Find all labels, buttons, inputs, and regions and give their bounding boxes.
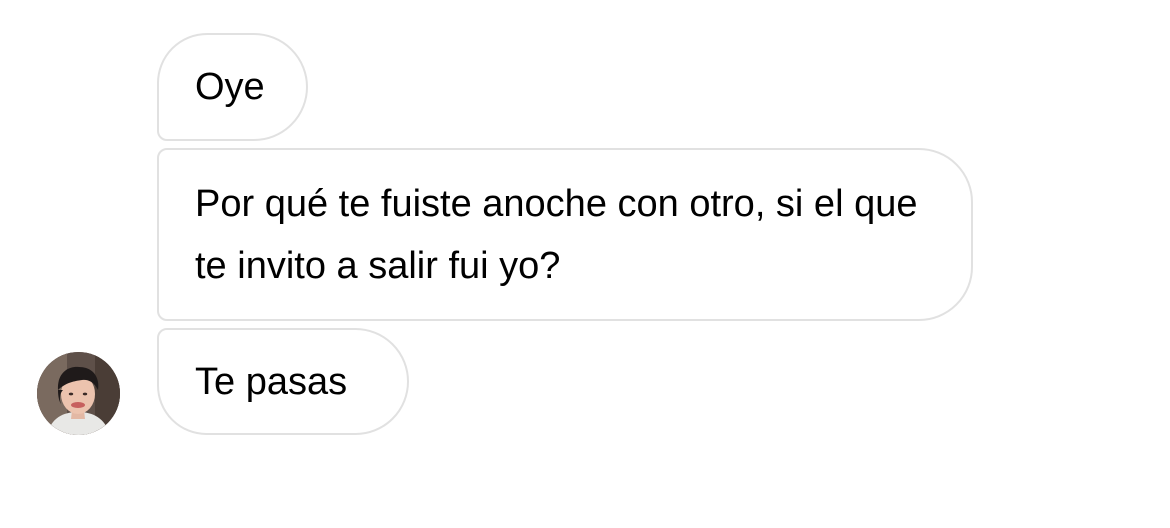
message-thread: Oye Por qué te fuiste anoche con otro, s… <box>0 0 1170 528</box>
message-text: Oye <box>195 66 265 108</box>
message-bubble[interactable]: Por qué te fuiste anoche con otro, si el… <box>157 148 973 321</box>
message-text: Por qué te fuiste anoche con otro, si el… <box>195 182 918 287</box>
avatar-photo-icon <box>37 352 120 435</box>
sender-avatar[interactable] <box>37 352 120 435</box>
message-bubble[interactable]: Te pasas <box>157 328 409 435</box>
message-bubble[interactable]: Oye <box>157 33 308 141</box>
message-text: Te pasas <box>195 360 348 403</box>
